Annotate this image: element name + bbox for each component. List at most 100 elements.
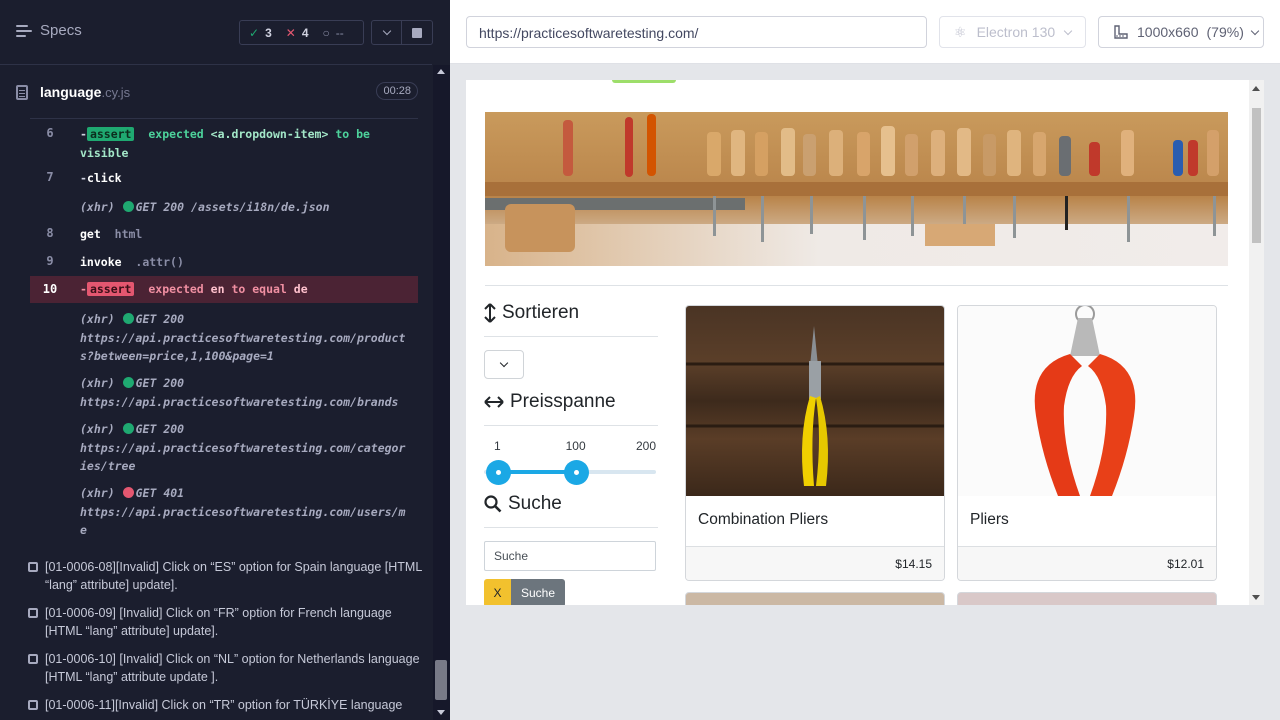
sort-heading-text: Sortieren (502, 302, 580, 323)
xhr-url: https://api.practicesoftwaretesting.com/… (80, 440, 406, 455)
app-scrollbar[interactable] (1249, 80, 1264, 605)
spec-duration: 00:28 (376, 82, 418, 100)
scroll-down-icon[interactable] (1252, 595, 1260, 600)
scroll-thumb[interactable] (1252, 108, 1261, 243)
product-card[interactable]: Combination Pliers $14.15 (685, 305, 945, 581)
test-item[interactable]: [01-0006-08][Invalid] Click on “ES” opti… (28, 558, 428, 594)
chevron-down-icon (382, 26, 391, 36)
assert-text: expected (148, 127, 204, 141)
xhr-label: (xhr) (80, 376, 115, 390)
test-title: [01-0006-09] [Invalid] Click on “FR” opt… (45, 606, 392, 638)
test-item[interactable]: [01-0006-10] [Invalid] Click on “NL” opt… (28, 650, 428, 686)
xhr-row[interactable]: (xhr) GET 200 https://api.practicesoftwar… (30, 310, 418, 366)
command-arg: html (114, 227, 143, 241)
test-item[interactable]: [01-0006-09] [Invalid] Click on “FR” opt… (28, 604, 428, 640)
command-row[interactable]: 8 get html (30, 225, 418, 245)
chevron-down-icon (499, 358, 509, 368)
scroll-down-icon[interactable] (437, 710, 445, 715)
test-status-icon (28, 700, 38, 710)
search-input[interactable]: Suche (484, 541, 656, 571)
specs-label: Specs (40, 22, 82, 39)
command-name: get (80, 227, 101, 241)
pending-icon: ○ (322, 25, 330, 40)
expand-button[interactable] (372, 21, 403, 44)
xhr-row[interactable]: (xhr) GET 200 https://api.practicesoftwar… (30, 420, 418, 476)
command-row[interactable]: 7 -click (30, 169, 418, 189)
xhr-url: e (80, 523, 87, 537)
status-ok-icon (122, 313, 134, 324)
stop-button[interactable] (402, 21, 432, 44)
scroll-thumb[interactable] (435, 660, 447, 700)
filter-sidebar: Sortieren Preisspanne 1 100 200 Suche Su… (484, 302, 658, 605)
browser-selector[interactable]: ⚛ Electron 130 (939, 16, 1086, 48)
app-under-test: Sortieren Preisspanne 1 100 200 Suche Su… (466, 80, 1264, 605)
viewport-scale: (79%) (1206, 24, 1244, 40)
xhr-row[interactable]: (xhr) GET 200 /assets/i18n/de.json (30, 198, 418, 218)
command-row[interactable]: 9 invoke .attr() (30, 253, 418, 273)
xhr-row[interactable]: (xhr) GET 200 https://api.practicesoftwar… (30, 374, 418, 412)
product-footer: $14.15 (686, 546, 944, 580)
xhr-method: GET 401 (135, 486, 185, 500)
app-preview: https://practicesoftwaretesting.com/ ⚛ E… (450, 0, 1280, 720)
assert-text: to equal (231, 282, 287, 296)
product-card[interactable] (685, 592, 945, 605)
product-footer: $12.01 (958, 546, 1216, 580)
command-name: assert (86, 127, 135, 141)
url-bar[interactable]: https://practicesoftwaretesting.com/ (466, 16, 927, 48)
chevron-down-icon (1063, 26, 1073, 35)
browser-label: Electron 130 (976, 24, 1056, 40)
test-status-icon (28, 608, 38, 618)
test-item[interactable]: [01-0006-11][Invalid] Click on “TR” opti… (28, 696, 428, 714)
product-card[interactable]: Pliers $12.01 (957, 305, 1217, 581)
failed-command-row[interactable]: 10 - assert expected en to equal de (30, 276, 418, 303)
command-row[interactable]: 6 - assert expected <a.dropdown-item> to … (30, 125, 418, 161)
price-heading: Preisspanne (484, 391, 658, 413)
preview-toolbar: https://practicesoftwaretesting.com/ ⚛ E… (450, 0, 1280, 64)
xhr-url: s?between=price,1,100&page=1 (80, 349, 274, 363)
reporter-scrollbar[interactable] (433, 65, 450, 720)
command-number: 6 (46, 126, 54, 140)
reset-search-button[interactable]: X (484, 579, 511, 605)
viewport-selector[interactable]: 1000x660 (79%) (1098, 16, 1264, 48)
price-range-slider[interactable]: 1 100 200 (484, 439, 658, 487)
slider-handle-min[interactable] (485, 460, 511, 485)
status-ok-icon (122, 423, 134, 434)
assert-value: <a.dropdown-item> (210, 127, 329, 141)
sort-arrows-icon (484, 303, 496, 323)
xhr-url: https://api.practicesoftwaretesting.com/… (80, 330, 406, 345)
spec-extension: .cy.js (101, 84, 131, 100)
xhr-label: (xhr) (80, 312, 115, 326)
viewport-size: 1000x660 (1137, 24, 1199, 40)
spec-title: language .cy.js 00:28 (16, 80, 418, 104)
sort-select[interactable] (484, 350, 524, 379)
xhr-url: /assets/i18n/de.json (191, 200, 330, 214)
specs-button[interactable]: Specs (16, 22, 82, 39)
assert-value: visible (80, 145, 129, 160)
search-submit-button[interactable]: Suche (511, 579, 565, 605)
scroll-up-icon[interactable] (437, 69, 445, 74)
failed-count: 4 (301, 25, 309, 40)
command-log: 6 - assert expected <a.dropdown-item> to … (30, 118, 418, 543)
xhr-row[interactable]: (xhr) GET 401 https://api.practicesoftwar… (30, 484, 418, 540)
passed-count: 3 (265, 25, 272, 40)
product-card[interactable] (957, 592, 1217, 605)
command-number: 10 (42, 282, 58, 296)
search-icon (484, 495, 502, 513)
specs-menu-icon (16, 24, 32, 37)
status-ok-icon (122, 377, 134, 388)
cypress-reporter: Specs ✓ 3 ✕ 4 ○ -- language .cy.js 00:28 6 -… (0, 0, 450, 720)
xhr-label: (xhr) (80, 486, 115, 500)
search-buttons: X Suche (484, 579, 658, 605)
nav-highlight (612, 80, 676, 83)
command-name: invoke (80, 255, 122, 269)
reporter-header: Specs ✓ 3 ✕ 4 ○ -- (0, 0, 433, 65)
price-max-label: 200 (635, 439, 656, 453)
slider-handle-max[interactable] (564, 460, 590, 485)
product-image (686, 306, 944, 496)
price-selected-label: 100 (565, 439, 586, 453)
scroll-up-icon[interactable] (1252, 86, 1260, 91)
assert-text: expected (148, 282, 204, 296)
file-icon (16, 84, 28, 100)
xhr-method: GET 200 (135, 200, 185, 214)
range-arrows-icon (484, 396, 504, 408)
